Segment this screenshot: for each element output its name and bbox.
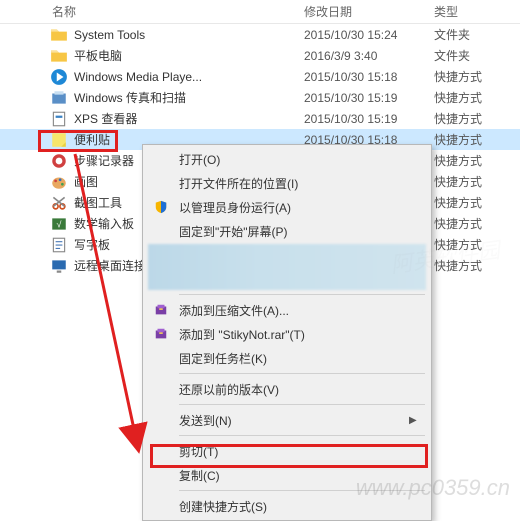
file-date: 2015/10/30 15:19 xyxy=(304,112,434,126)
file-type: 快捷方式 xyxy=(434,194,514,211)
svg-text:√: √ xyxy=(57,219,62,229)
rdp-icon xyxy=(50,258,68,274)
submenu-arrow-icon: ▶ xyxy=(409,415,421,426)
wordpad-icon xyxy=(50,237,68,253)
menu-separator xyxy=(179,294,425,295)
menu-run-admin[interactable]: 以管理员身份运行(A) xyxy=(145,195,429,219)
file-type: 快捷方式 xyxy=(434,215,514,232)
file-name: 平板电脑 xyxy=(74,47,304,64)
file-type: 快捷方式 xyxy=(434,68,514,85)
menu-pin-start[interactable]: 固定到"开始"屏幕(P) xyxy=(145,219,429,243)
psr-icon xyxy=(50,153,68,169)
file-row[interactable]: Windows Media Playe...2015/10/30 15:18快捷… xyxy=(0,66,520,87)
file-type: 快捷方式 xyxy=(434,110,514,127)
menu-add-sticky-rar[interactable]: 添加到 "StikyNot.rar"(T) xyxy=(145,322,429,346)
menu-send-to[interactable]: 发送到(N) ▶ xyxy=(145,408,429,432)
blank-icon xyxy=(149,465,173,485)
sticky-icon xyxy=(50,132,68,148)
header-type[interactable]: 类型 xyxy=(434,3,514,20)
menu-open[interactable]: 打开(O) xyxy=(145,147,429,171)
file-row[interactable]: Windows 传真和扫描2015/10/30 15:19快捷方式 xyxy=(0,87,520,108)
censored-overlay xyxy=(148,244,426,290)
menu-add-archive[interactable]: 添加到压缩文件(A)... xyxy=(145,298,429,322)
column-headers: 名称 修改日期 类型 xyxy=(0,0,520,24)
menu-create-shortcut[interactable]: 创建快捷方式(S) xyxy=(145,494,429,518)
file-name: XPS 查看器 xyxy=(74,110,304,127)
file-type: 快捷方式 xyxy=(434,152,514,169)
menu-pin-taskbar[interactable]: 固定到任务栏(K) xyxy=(145,346,429,370)
blank-icon xyxy=(149,348,173,368)
file-type: 快捷方式 xyxy=(434,89,514,106)
blank-icon xyxy=(149,221,173,241)
menu-separator xyxy=(179,490,425,491)
file-type: 快捷方式 xyxy=(434,257,514,274)
winrar-icon xyxy=(149,300,173,320)
menu-copy[interactable]: 复制(C) xyxy=(145,463,429,487)
file-row[interactable]: 平板电脑2016/3/9 3:40文件夹 xyxy=(0,45,520,66)
context-menu: 打开(O) 打开文件所在的位置(I) 以管理员身份运行(A) 固定到"开始"屏幕… xyxy=(142,144,432,521)
file-name: System Tools xyxy=(74,28,304,42)
file-type: 快捷方式 xyxy=(434,236,514,253)
file-type: 文件夹 xyxy=(434,47,514,64)
blank-icon xyxy=(149,441,173,461)
blank-icon xyxy=(149,496,173,516)
file-row[interactable]: System Tools2015/10/30 15:24文件夹 xyxy=(0,24,520,45)
shield-icon xyxy=(149,197,173,217)
file-name: Windows 传真和扫描 xyxy=(74,89,304,106)
header-date[interactable]: 修改日期 xyxy=(304,3,434,20)
file-date: 2016/3/9 3:40 xyxy=(304,49,434,63)
math-icon: √ xyxy=(50,216,68,232)
fax-icon xyxy=(50,90,68,106)
blank-icon xyxy=(149,173,173,193)
folder-icon xyxy=(50,27,68,43)
menu-restore[interactable]: 还原以前的版本(V) xyxy=(145,377,429,401)
paint-icon xyxy=(50,174,68,190)
menu-separator xyxy=(179,404,425,405)
blank-icon xyxy=(149,410,173,430)
menu-separator xyxy=(179,373,425,374)
blank-icon xyxy=(149,379,173,399)
xps-icon xyxy=(50,111,68,127)
file-date: 2015/10/30 15:19 xyxy=(304,91,434,105)
menu-cut[interactable]: 剪切(T) xyxy=(145,439,429,463)
file-date: 2015/10/30 15:18 xyxy=(304,70,434,84)
snip-icon xyxy=(50,195,68,211)
winrar-icon xyxy=(149,324,173,344)
file-type: 快捷方式 xyxy=(434,131,514,148)
file-type: 文件夹 xyxy=(434,26,514,43)
file-date: 2015/10/30 15:24 xyxy=(304,28,434,42)
wmp-icon xyxy=(50,69,68,85)
folder-icon xyxy=(50,48,68,64)
menu-separator xyxy=(179,435,425,436)
menu-open-location[interactable]: 打开文件所在的位置(I) xyxy=(145,171,429,195)
file-type: 快捷方式 xyxy=(434,173,514,190)
file-row[interactable]: XPS 查看器2015/10/30 15:19快捷方式 xyxy=(0,108,520,129)
blank-icon xyxy=(149,149,173,169)
file-name: Windows Media Playe... xyxy=(74,70,304,84)
header-name[interactable]: 名称 xyxy=(4,3,304,20)
